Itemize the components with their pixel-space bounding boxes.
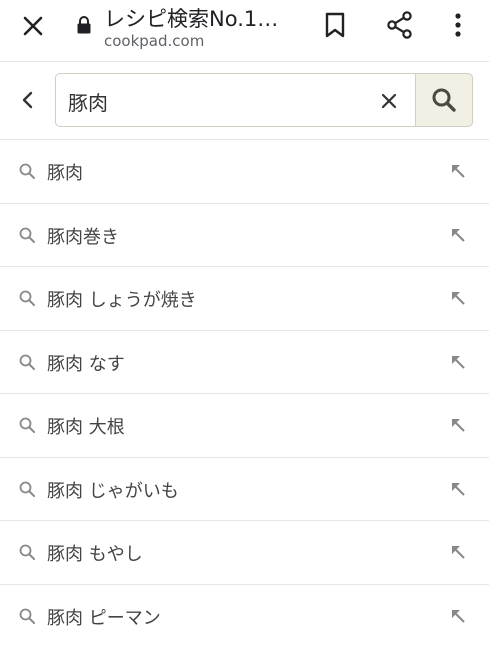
arrow-up-left-icon[interactable] — [449, 353, 467, 371]
suggestion-item[interactable]: 豚肉巻き — [0, 204, 489, 268]
suggestion-label: 豚肉 しょうが焼き — [47, 286, 197, 312]
suggestion-item[interactable]: 豚肉 しょうが焼き — [0, 267, 489, 331]
suggestion-list: 豚肉 豚肉巻き 豚肉 しょうが焼き 豚肉 なす 豚肉 大根 豚肉 じゃがいも 豚… — [0, 140, 489, 648]
suggestion-item[interactable]: 豚肉 じゃがいも — [0, 458, 489, 522]
suggestion-label: 豚肉 — [47, 159, 83, 185]
more-options-button[interactable] — [447, 10, 469, 40]
suggestion-item[interactable]: 豚肉 もやし — [0, 521, 489, 585]
search-icon — [18, 162, 36, 180]
suggestion-label: 豚肉 ピーマン — [47, 604, 161, 630]
chevron-left-icon — [18, 90, 38, 110]
search-field[interactable] — [55, 73, 415, 127]
search-icon — [18, 416, 36, 434]
bookmark-button[interactable] — [322, 10, 348, 40]
clear-icon — [380, 92, 398, 110]
browser-toolbar: レシピ検索No.1… cookpad.com — [0, 0, 489, 62]
page-title: レシピ検索No.1… — [104, 3, 304, 33]
arrow-up-left-icon[interactable] — [449, 162, 467, 180]
close-icon — [22, 15, 44, 37]
close-tab-button[interactable] — [20, 13, 46, 39]
clear-search-button[interactable] — [376, 88, 402, 114]
suggestion-label: 豚肉巻き — [47, 223, 119, 249]
search-header — [0, 62, 489, 140]
suggestion-label: 豚肉 大根 — [47, 413, 125, 439]
suggestion-item[interactable]: 豚肉 — [0, 140, 489, 204]
arrow-up-left-icon[interactable] — [449, 416, 467, 434]
search-icon — [18, 226, 36, 244]
search-submit-button[interactable] — [415, 73, 473, 127]
share-button[interactable] — [386, 10, 414, 40]
search-icon — [18, 480, 36, 498]
more-vert-icon — [447, 10, 469, 40]
share-icon — [386, 10, 414, 40]
bookmark-icon — [322, 10, 348, 40]
suggestion-label: 豚肉 もやし — [47, 540, 143, 566]
page-url[interactable]: cookpad.com — [104, 32, 204, 50]
arrow-up-left-icon[interactable] — [449, 226, 467, 244]
arrow-up-left-icon[interactable] — [449, 607, 467, 625]
arrow-up-left-icon[interactable] — [449, 289, 467, 307]
arrow-up-left-icon[interactable] — [449, 480, 467, 498]
suggestion-item[interactable]: 豚肉 大根 — [0, 394, 489, 458]
search-icon — [18, 289, 36, 307]
search-icon — [18, 353, 36, 371]
search-input[interactable] — [68, 86, 358, 116]
suggestion-item[interactable]: 豚肉 ピーマン — [0, 585, 489, 648]
lock-icon — [76, 15, 92, 35]
search-icon — [18, 543, 36, 561]
search-icon — [430, 86, 458, 114]
search-icon — [18, 607, 36, 625]
suggestion-item[interactable]: 豚肉 なす — [0, 331, 489, 395]
suggestion-label: 豚肉 じゃがいも — [47, 477, 179, 503]
back-button[interactable] — [14, 86, 42, 114]
suggestion-label: 豚肉 なす — [47, 350, 125, 376]
arrow-up-left-icon[interactable] — [449, 543, 467, 561]
